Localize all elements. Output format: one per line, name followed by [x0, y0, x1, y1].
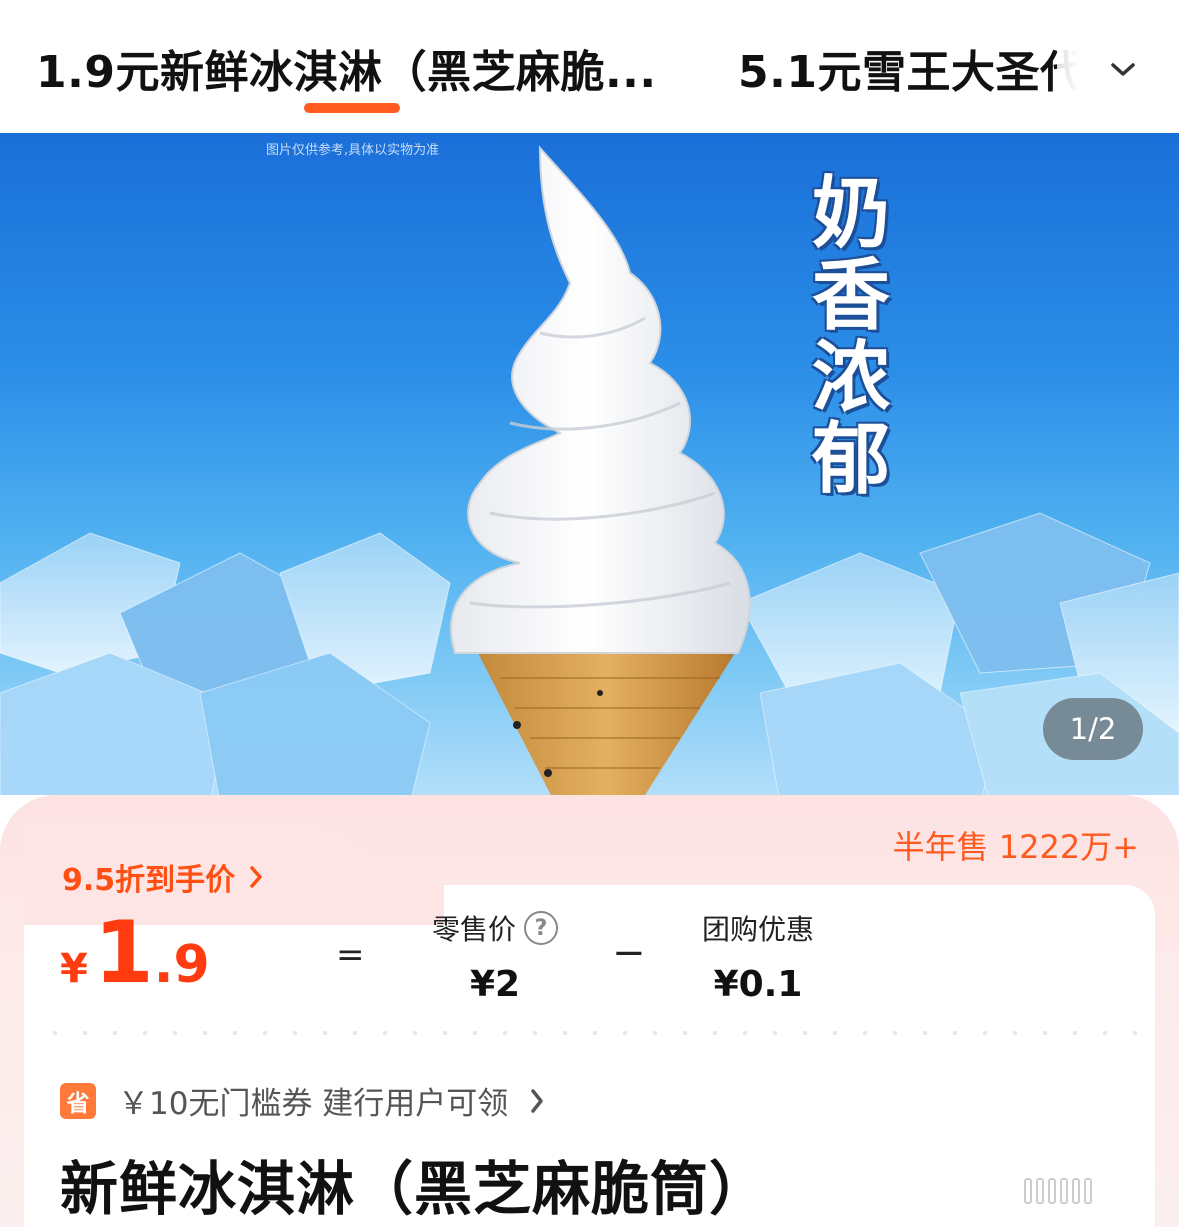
group-discount-label: 团购优惠 [701, 913, 814, 946]
price-integer: 1 [93, 903, 154, 1003]
slogan-char: 奶 [811, 169, 890, 259]
retail-price-value: ¥2 [469, 964, 521, 1005]
group-discount-block: 团购优惠 ¥0.1 [690, 908, 826, 1005]
hero-slogan: 奶 香 浓 郁 [806, 173, 896, 501]
retail-price-block: 零售价 ? ¥2 [420, 908, 570, 1005]
discount-price-link[interactable]: 9.5折到手价 [62, 855, 263, 899]
retail-price-label: 零售价 [431, 913, 516, 946]
product-title: 新鲜冰淇淋（黑芝麻脆筒） [60, 1155, 769, 1223]
chevron-right-icon [531, 1088, 544, 1113]
help-icon[interactable]: ? [524, 911, 558, 945]
sales-count: 半年售 1222万+ [892, 828, 1139, 866]
tab-bar: 1.9元新鲜冰淇淋（黑芝麻脆... 5.1元雪王大圣代 [0, 0, 1179, 133]
chevron-down-icon [1111, 63, 1135, 76]
slogan-char: 郁 [811, 415, 890, 505]
save-badge-icon: 省 [60, 1082, 96, 1119]
coupon-text: ￥10无门槛券 建行用户可领 [118, 1086, 509, 1122]
minus-sign: − [612, 930, 646, 976]
coupon-row[interactable]: 省 ￥10无门槛券 建行用户可领 [60, 1078, 544, 1123]
discount-price-label: 9.5折到手价 [62, 863, 236, 898]
equals-sign: = [336, 935, 365, 975]
chevron-right-icon [250, 866, 262, 888]
slogan-char: 浓 [811, 333, 890, 423]
slogan-char: 香 [811, 251, 890, 341]
price-decimal: .9 [153, 935, 210, 995]
currency-symbol: ¥ [60, 946, 88, 992]
tab-more-button[interactable] [1103, 50, 1143, 90]
tab-sundae-5-1[interactable]: 5.1元雪王大圣代 [738, 36, 1084, 100]
ice-cream-illustration [0, 145, 1179, 803]
watermark-logo [1024, 1178, 1092, 1204]
tab-active-indicator [304, 103, 400, 113]
product-image-carousel[interactable]: 图片仅供参考,具体以实物为准 奶 香 浓 郁 1/2 [0, 133, 1179, 803]
divider [40, 1031, 1140, 1035]
tab-ice-cream-1-9[interactable]: 1.9元新鲜冰淇淋（黑芝麻脆... [36, 36, 657, 100]
image-disclaimer: 图片仅供参考,具体以实物为准 [266, 143, 440, 158]
final-price: ¥ 1 .9 [60, 910, 210, 996]
group-discount-value: ¥0.1 [713, 964, 803, 1005]
image-pager-indicator: 1/2 [1043, 698, 1143, 760]
